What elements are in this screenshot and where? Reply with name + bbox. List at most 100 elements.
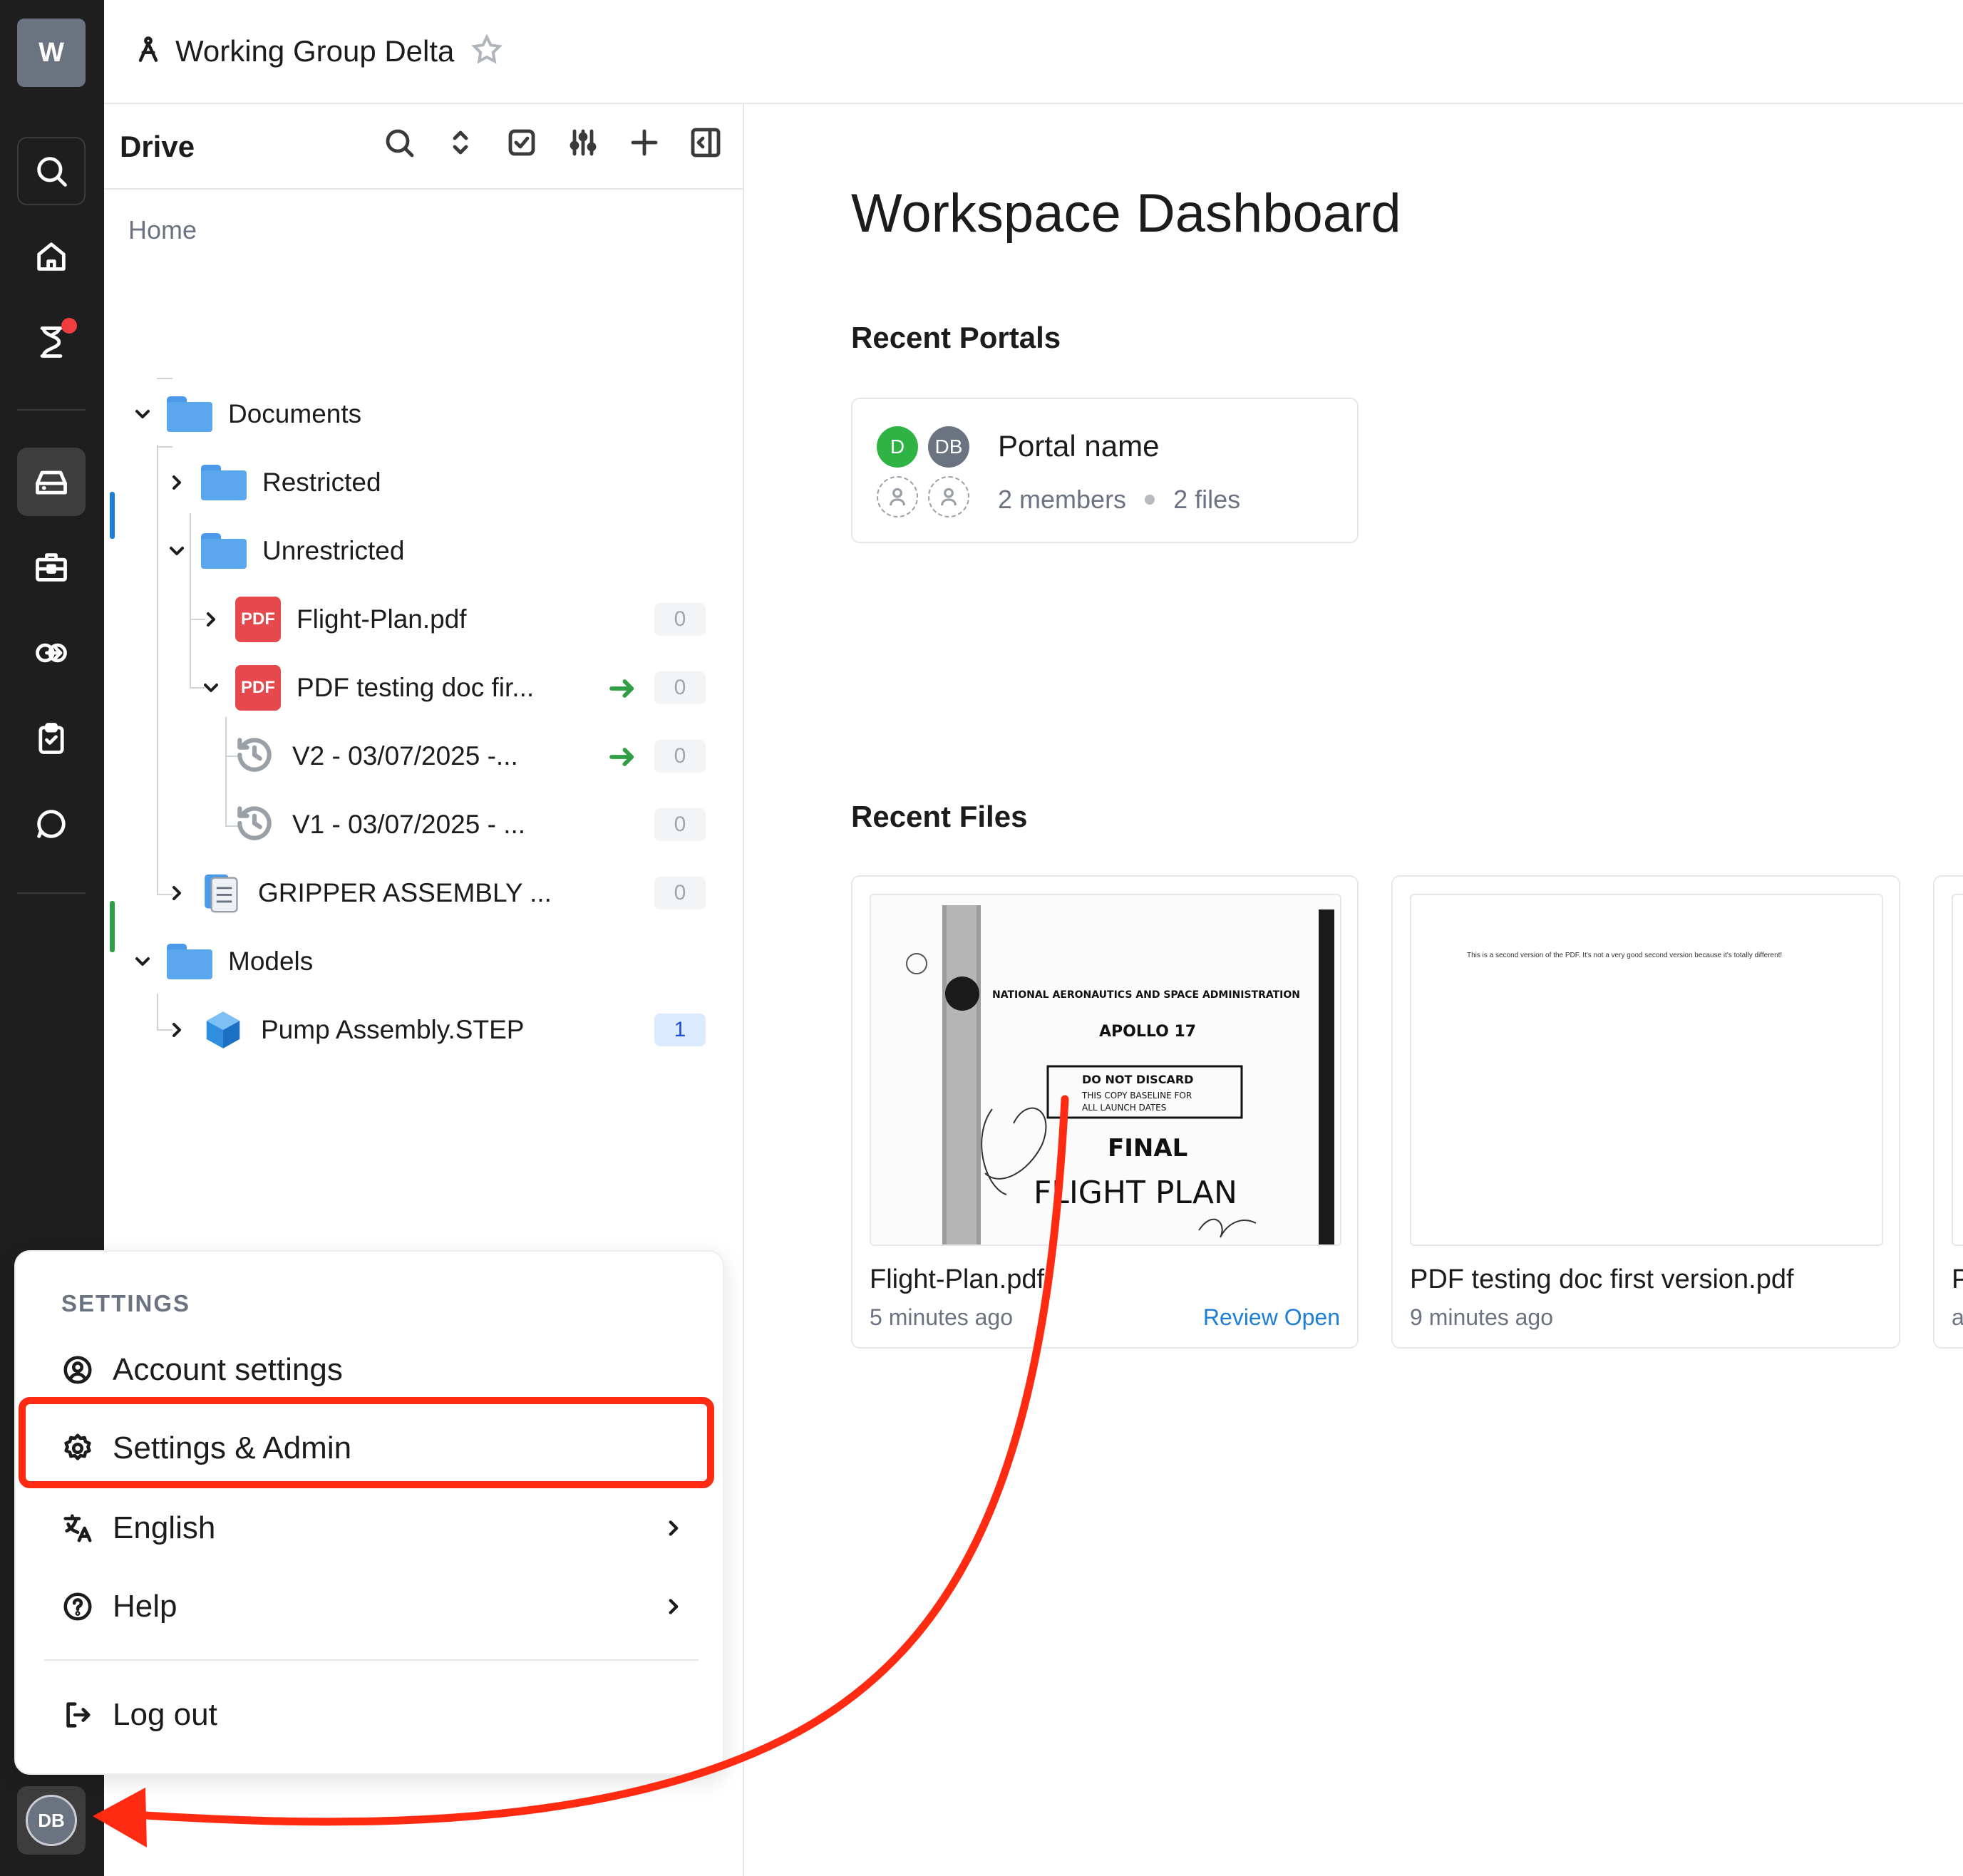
drive-search-button[interactable] xyxy=(382,125,416,163)
tree-guide xyxy=(157,994,158,1031)
arrow-right-icon[interactable] xyxy=(606,743,639,775)
select-button[interactable] xyxy=(505,125,539,163)
tree-item-label: Restricted xyxy=(262,468,381,497)
thumb-plan: FLIGHT PLAN xyxy=(1034,1175,1237,1211)
chevron-down-icon[interactable] xyxy=(197,676,225,699)
transfer-button[interactable] xyxy=(17,619,86,687)
tree-item-documents[interactable]: Documents xyxy=(128,389,361,439)
star-icon xyxy=(471,33,503,63)
user-circle-icon xyxy=(61,1354,94,1386)
file-time: 9 minutes ago xyxy=(1410,1304,1554,1330)
folder-icon xyxy=(201,465,247,500)
file-card-pdf-testing[interactable]: This is a second version of the PDF. It'… xyxy=(1391,875,1900,1349)
file-name: PDF testing doc first version.pdf xyxy=(1410,1264,1794,1294)
menu-item-label: Settings & Admin xyxy=(113,1431,352,1465)
tree-item-version-v1[interactable]: V1 - 03/07/2025 - ... xyxy=(232,800,525,850)
thumb-mission: APOLLO 17 xyxy=(1099,1023,1196,1041)
sliders-icon xyxy=(570,129,597,156)
file-thumbnail: This is a second version of the PDF. It'… xyxy=(1410,894,1883,1246)
chat-button[interactable] xyxy=(17,790,86,858)
menu-item-label: English xyxy=(113,1510,216,1545)
version-history-icon xyxy=(232,801,277,849)
menu-item-label: Log out xyxy=(113,1697,217,1732)
workspace-switcher[interactable]: W xyxy=(17,19,86,87)
search-button[interactable] xyxy=(17,137,86,205)
comment-count-badge: 0 xyxy=(654,808,706,841)
clipboard-check-icon xyxy=(38,723,64,754)
file-card-flight-plan[interactable]: NATIONAL AERONAUTICS AND SPACE ADMINISTR… xyxy=(851,875,1359,1349)
tree-item-pump-assembly[interactable]: Pump Assembly.STEP xyxy=(163,1005,524,1055)
portal-card[interactable]: D DB Portal name 2 members 2 files xyxy=(851,398,1359,543)
empty-member-slot xyxy=(877,476,918,517)
chevron-right-icon[interactable] xyxy=(197,608,225,631)
chevrons-up-down-icon xyxy=(453,130,468,155)
empty-member-slot xyxy=(928,476,969,517)
search-icon xyxy=(386,129,414,158)
top-bar: Working Group Delta xyxy=(104,0,1963,104)
chevron-right-icon[interactable] xyxy=(163,471,191,494)
document-stack-icon xyxy=(201,871,242,915)
tree-item-flight-plan[interactable]: PDF Flight-Plan.pdf xyxy=(197,594,467,644)
workspace-initial: W xyxy=(38,37,64,68)
filter-button[interactable] xyxy=(566,125,600,163)
home-button[interactable] xyxy=(17,222,86,291)
drive-icon xyxy=(36,470,67,495)
folder-icon xyxy=(201,533,247,569)
file-card-partial[interactable]: P a xyxy=(1933,875,1963,1349)
page-title: Workspace Dashboard xyxy=(851,183,1401,244)
chevron-down-icon[interactable] xyxy=(128,403,157,426)
menu-item-label: Help xyxy=(113,1589,177,1624)
thumb-stamp-line1: THIS COPY BASELINE FOR xyxy=(1081,1091,1192,1101)
tree-item-models[interactable]: Models xyxy=(128,937,313,986)
menu-heading: SETTINGS xyxy=(61,1290,191,1316)
tree-item-version-v2[interactable]: V2 - 03/07/2025 -... xyxy=(232,731,518,781)
collapse-panel-button[interactable] xyxy=(689,125,723,163)
thumb-stamp-title: DO NOT DISCARD xyxy=(1082,1073,1193,1086)
review-open-link[interactable]: Review Open xyxy=(1203,1304,1340,1331)
tree-item-label: V1 - 03/07/2025 - ... xyxy=(292,810,526,839)
file-thumbnail: NATIONAL AERONAUTICS AND SPACE ADMINISTR… xyxy=(870,894,1341,1246)
menu-item-settings-admin[interactable]: Settings & Admin xyxy=(16,1414,726,1483)
tree-item-unrestricted[interactable]: Unrestricted xyxy=(163,526,404,576)
plus-icon xyxy=(631,129,658,156)
avatar-initials: DB xyxy=(38,1809,65,1831)
tasks-button[interactable] xyxy=(17,308,86,376)
menu-item-help[interactable]: Help xyxy=(16,1572,726,1641)
menu-item-account-settings[interactable]: Account settings xyxy=(16,1336,726,1404)
user-icon xyxy=(941,488,957,506)
breadcrumb-home[interactable]: Home xyxy=(128,215,197,245)
drive-button[interactable] xyxy=(17,448,86,516)
expand-collapse-button[interactable] xyxy=(443,125,478,163)
menu-item-logout[interactable]: Log out xyxy=(16,1681,726,1749)
tree-item-gripper-assembly[interactable]: GRIPPER ASSEMBLY ... xyxy=(163,868,552,918)
tree-item-label: V2 - 03/07/2025 -... xyxy=(292,741,518,770)
arrow-right-icon[interactable] xyxy=(606,674,639,706)
favorite-button[interactable] xyxy=(454,33,504,71)
folder-icon xyxy=(167,396,212,432)
comment-count-badge: 0 xyxy=(654,740,706,773)
thumb-stamp-line2: ALL LAUNCH DATES xyxy=(1082,1103,1166,1113)
tree-item-pdf-testing-doc[interactable]: PDF PDF testing doc fir... xyxy=(197,663,534,713)
comment-count-badge: 1 xyxy=(654,1014,706,1046)
chevron-down-icon[interactable] xyxy=(163,540,191,562)
tree-item-label: PDF testing doc fir... xyxy=(297,673,535,702)
chevron-down-icon[interactable] xyxy=(128,950,157,973)
tree-item-restricted[interactable]: Restricted xyxy=(163,458,381,507)
separator-dot xyxy=(1145,495,1155,505)
tree-item-label: Documents xyxy=(228,399,362,428)
toolbox-button[interactable] xyxy=(17,533,86,602)
user-menu-button[interactable]: DB xyxy=(17,1786,86,1855)
add-button[interactable] xyxy=(627,125,661,163)
drive-title: Drive xyxy=(120,130,195,163)
chevron-right-icon[interactable] xyxy=(163,1019,191,1041)
chevron-right-icon[interactable] xyxy=(163,882,191,904)
menu-item-language[interactable]: English xyxy=(16,1494,726,1562)
file-time: 5 minutes ago xyxy=(870,1304,1014,1330)
user-icon xyxy=(890,488,905,506)
pdf-file-icon: PDF xyxy=(235,665,281,711)
workspace-title: Working Group Delta xyxy=(175,34,455,68)
avatar: DB xyxy=(26,1795,77,1846)
reviews-button[interactable] xyxy=(17,704,86,773)
thumb-final: FINAL xyxy=(1108,1134,1187,1163)
tree-item-label: Flight-Plan.pdf xyxy=(297,604,467,634)
